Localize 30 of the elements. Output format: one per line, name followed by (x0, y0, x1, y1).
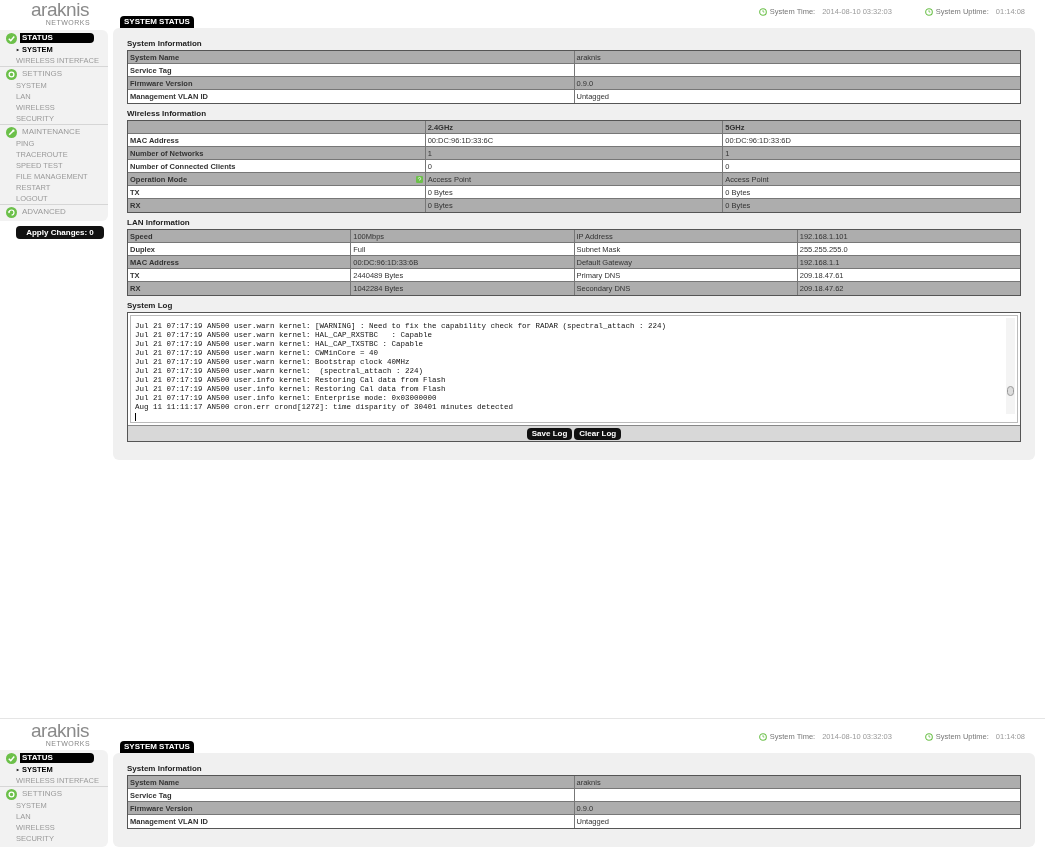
section-icon (6, 32, 17, 44)
clock-icon (758, 732, 767, 741)
section-title: System Information (127, 38, 202, 50)
clock-icon (924, 7, 933, 16)
section-title: System Log (127, 300, 173, 312)
section-icon (6, 206, 17, 218)
log-button[interactable]: Save Log (526, 427, 573, 440)
apply-changes-button[interactable]: Apply Changes: 0 (16, 226, 104, 239)
clock-icon (924, 732, 933, 741)
nav-group-link[interactable]: STATUS (20, 33, 94, 43)
nav-group-link[interactable]: SETTINGS (20, 69, 64, 79)
section-title: System Information (127, 763, 202, 775)
nav-group-link[interactable]: MAINTENANCE (20, 127, 83, 137)
clock-icon (758, 7, 767, 16)
text-cursor (135, 413, 136, 421)
nav-group-link[interactable]: STATUS (20, 753, 94, 763)
section-icon (6, 68, 17, 80)
brand-logo: araknis (31, 0, 89, 19)
section-icon (6, 126, 17, 138)
log-text-area[interactable] (130, 315, 1018, 423)
section-title: Wireless Information (127, 108, 207, 120)
nav-group-link[interactable]: SETTINGS (20, 789, 64, 799)
log-button[interactable]: Clear Log (574, 427, 622, 440)
scrollbar[interactable] (1006, 318, 1015, 414)
section-icon (6, 788, 17, 800)
nav-group-link[interactable]: ADVANCED (20, 207, 68, 217)
scrollbar-thumb[interactable] (1007, 386, 1014, 396)
brand-logo: araknis (31, 721, 89, 740)
section-title: LAN Information (127, 217, 190, 229)
section-icon (6, 752, 17, 764)
